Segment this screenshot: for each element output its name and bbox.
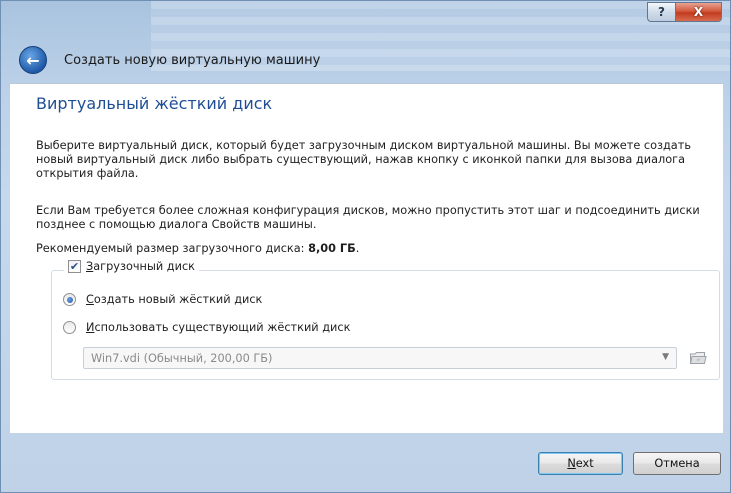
wizard-title: Создать новую виртуальную машину: [64, 52, 321, 68]
create-new-disk-radio[interactable]: [63, 293, 76, 306]
window-controls: ? X: [647, 2, 722, 22]
close-button[interactable]: X: [675, 2, 722, 22]
next-button[interactable]: Next: [538, 452, 623, 475]
radio-selected-dot: [66, 296, 73, 303]
recommended-size-suffix: .: [355, 242, 360, 255]
recommended-size-label: Рекомендуемый размер загрузочного диска:: [36, 242, 309, 255]
existing-disk-value: Win7.vdi (Обычный, 200,00 ГБ): [91, 351, 273, 365]
next-button-label: Next: [567, 457, 594, 470]
page-heading: Виртуальный жёсткий диск: [36, 94, 273, 113]
description-paragraph: Выберите виртуальный диск, который будет…: [36, 139, 691, 180]
open-folder-button[interactable]: [687, 347, 709, 369]
back-arrow-icon[interactable]: ←: [19, 46, 47, 74]
existing-disk-select[interactable]: Win7.vdi (Обычный, 200,00 ГБ) ▼: [83, 347, 677, 369]
recommended-size-value: 8,00 ГБ: [308, 242, 356, 255]
dialog-window: ? X ← Создать новую виртуальную машину В…: [0, 0, 731, 493]
create-new-disk-option[interactable]: Создать новый жёсткий диск: [63, 293, 262, 306]
wizard-header: ← Создать новую виртуальную машину: [19, 45, 320, 75]
wizard-page: Виртуальный жёсткий диск Выберите виртуа…: [10, 83, 723, 433]
boot-disk-label: Загрузочный диск: [86, 260, 195, 273]
advanced-config-paragraph: Если Вам требуется более сложная конфигу…: [36, 204, 700, 231]
use-existing-disk-radio[interactable]: [63, 321, 76, 334]
boot-disk-checkbox[interactable]: ✔: [68, 260, 81, 273]
help-button[interactable]: ?: [647, 2, 675, 22]
use-existing-disk-label: Использовать существующий жёсткий диск: [86, 321, 351, 334]
folder-icon: [689, 352, 707, 364]
boot-disk-toggle[interactable]: ✔ Загрузочный диск: [64, 260, 199, 273]
chevron-down-icon[interactable]: ▼: [662, 352, 669, 362]
cancel-button-label: Отмена: [654, 457, 700, 470]
cancel-button[interactable]: Отмена: [633, 452, 721, 475]
use-existing-disk-option[interactable]: Использовать существующий жёсткий диск: [63, 321, 350, 334]
recommended-size-text: Рекомендуемый размер загрузочного диска:…: [36, 242, 721, 256]
create-new-disk-label: Создать новый жёсткий диск: [86, 293, 263, 306]
